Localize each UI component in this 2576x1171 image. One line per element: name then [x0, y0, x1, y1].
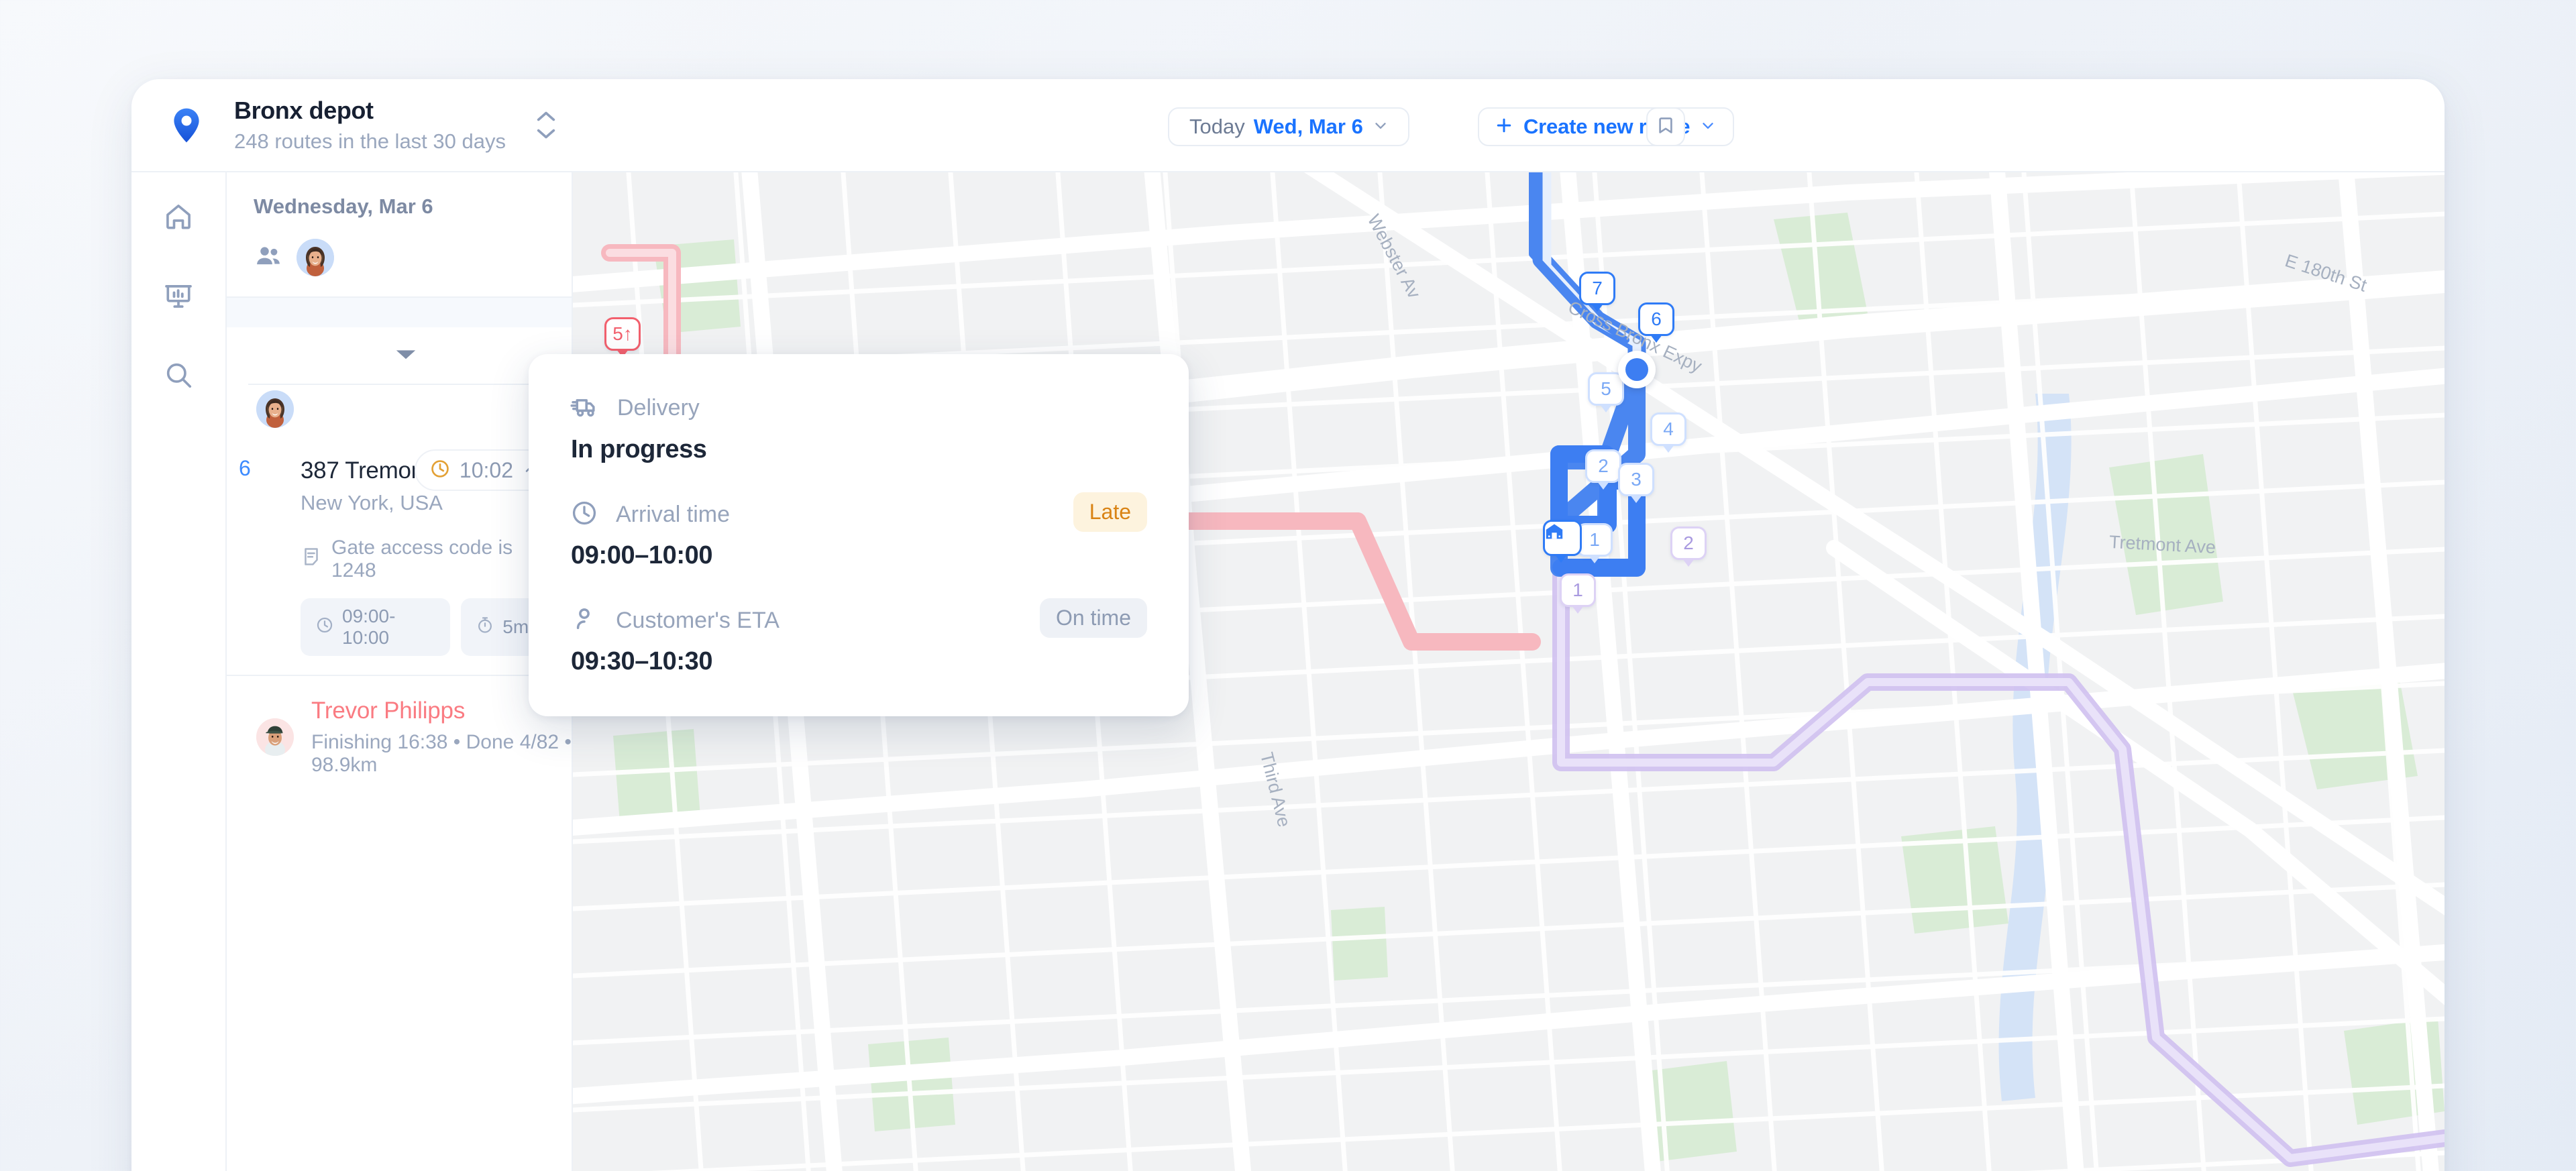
- driver-row[interactable]: Trevor Philipps Finishing 16:38 • Done 4…: [227, 676, 572, 777]
- tooltip-row-arrival: Arrival time 09:00–10:00 Late: [570, 492, 1147, 570]
- depot-selector[interactable]: Bronx depot 248 routes in the last 30 da…: [131, 97, 561, 153]
- stop-row[interactable]: 6 387 Tremont Ave New York, USA Gate acc…: [227, 385, 572, 676]
- avatar[interactable]: [297, 239, 334, 276]
- stop-note-text: Gate access code is 1248: [331, 537, 513, 581]
- chevron-up-down-icon[interactable]: [531, 105, 561, 146]
- driver-avatar[interactable]: [256, 718, 294, 756]
- route-marker[interactable]: 1: [1576, 523, 1613, 565]
- top-bar: Bronx depot 248 routes in the last 30 da…: [131, 79, 2445, 172]
- tooltip-row-delivery: Delivery In progress: [570, 392, 1147, 464]
- panel-group-band: [227, 298, 572, 327]
- date-selector[interactable]: Today Wed, Mar 6: [1168, 107, 1409, 146]
- route-marker[interactable]: 5 ↑: [604, 317, 641, 359]
- route-marker[interactable]: 6: [1638, 302, 1674, 344]
- stop-tags: 09:00-10:00 5min: [301, 598, 558, 656]
- clock-icon: [315, 616, 334, 639]
- clock-icon: [429, 458, 451, 483]
- routes-panel: Wednesday, Mar 6 6 387 Tremont Ave New Y…: [227, 172, 573, 1171]
- truck-icon: [570, 392, 600, 425]
- delivery-tooltip: Delivery In progress Arrival time 09:00–…: [529, 354, 1189, 716]
- stop-city: New York, USA: [301, 491, 443, 514]
- tooltip-row-customer-eta: Customer's ETA 09:30–10:30 On time: [570, 598, 1147, 676]
- tooltip-label: Arrival time: [616, 502, 731, 527]
- tooltip-label: Customer's ETA: [616, 608, 780, 633]
- time-window-tag: 09:00-10:00: [301, 598, 451, 656]
- plus-icon: [1494, 115, 1514, 139]
- time-window-label: 09:00-10:00: [342, 606, 396, 648]
- stop-note: Gate access code is 1248: [301, 537, 558, 582]
- chevron-down-icon: [1699, 117, 1717, 137]
- stopwatch-icon: [476, 616, 494, 639]
- status-badge-ontime: On time: [1039, 598, 1147, 638]
- bookmark-button[interactable]: [1646, 107, 1685, 146]
- location-pin-icon: [166, 105, 207, 146]
- avatar[interactable]: [256, 390, 294, 428]
- status-badge-late: Late: [1073, 492, 1147, 532]
- bookmark-icon: [1655, 115, 1676, 140]
- date-value: Wed, Mar 6: [1253, 115, 1363, 138]
- route-marker[interactable]: 2: [1585, 449, 1621, 491]
- panel-people-row[interactable]: [227, 219, 572, 296]
- sidebar-item-search[interactable]: [158, 355, 199, 395]
- tooltip-label: Delivery: [617, 395, 700, 421]
- vehicle-marker[interactable]: [1618, 351, 1656, 388]
- date-prefix: Today: [1189, 115, 1245, 138]
- app-window: Bronx depot 248 routes in the last 30 da…: [131, 79, 2445, 1171]
- create-new-route-button[interactable]: Create new route: [1478, 107, 1735, 146]
- left-rail: [131, 172, 227, 1171]
- route-marker[interactable]: 7: [1579, 272, 1615, 313]
- route-marker[interactable]: 5: [1588, 372, 1624, 414]
- tooltip-value: In progress: [571, 435, 707, 463]
- panel-collapse-bar[interactable]: [248, 327, 564, 385]
- sidebar-item-home[interactable]: [158, 197, 199, 237]
- stop-number: 6: [239, 456, 251, 480]
- tooltip-value: 09:30–10:30: [571, 647, 713, 675]
- route-marker[interactable]: 2: [1670, 526, 1707, 568]
- note-icon: [301, 546, 322, 573]
- person-icon: [570, 605, 598, 636]
- people-icon: [254, 241, 283, 274]
- stop-eta-time: 10:02: [459, 457, 513, 482]
- chevron-down-icon: [1372, 117, 1389, 137]
- route-marker[interactable]: 3: [1618, 463, 1654, 504]
- depot-name: Bronx depot: [234, 97, 374, 125]
- depot-marker[interactable]: [1543, 520, 1582, 563]
- route-marker[interactable]: 4: [1650, 412, 1686, 454]
- depot-subtitle: 248 routes in the last 30 days: [234, 129, 506, 153]
- caret-down-icon[interactable]: [393, 347, 419, 365]
- route-marker[interactable]: 1: [1560, 573, 1596, 615]
- panel-date-heading: Wednesday, Mar 6: [254, 194, 433, 218]
- clock-icon: [570, 499, 598, 531]
- tooltip-value: 09:00–10:00: [571, 541, 713, 569]
- driver-meta: Finishing 16:38 • Done 4/82 • 98.9km: [311, 731, 572, 776]
- sidebar-item-analytics[interactable]: [158, 276, 199, 316]
